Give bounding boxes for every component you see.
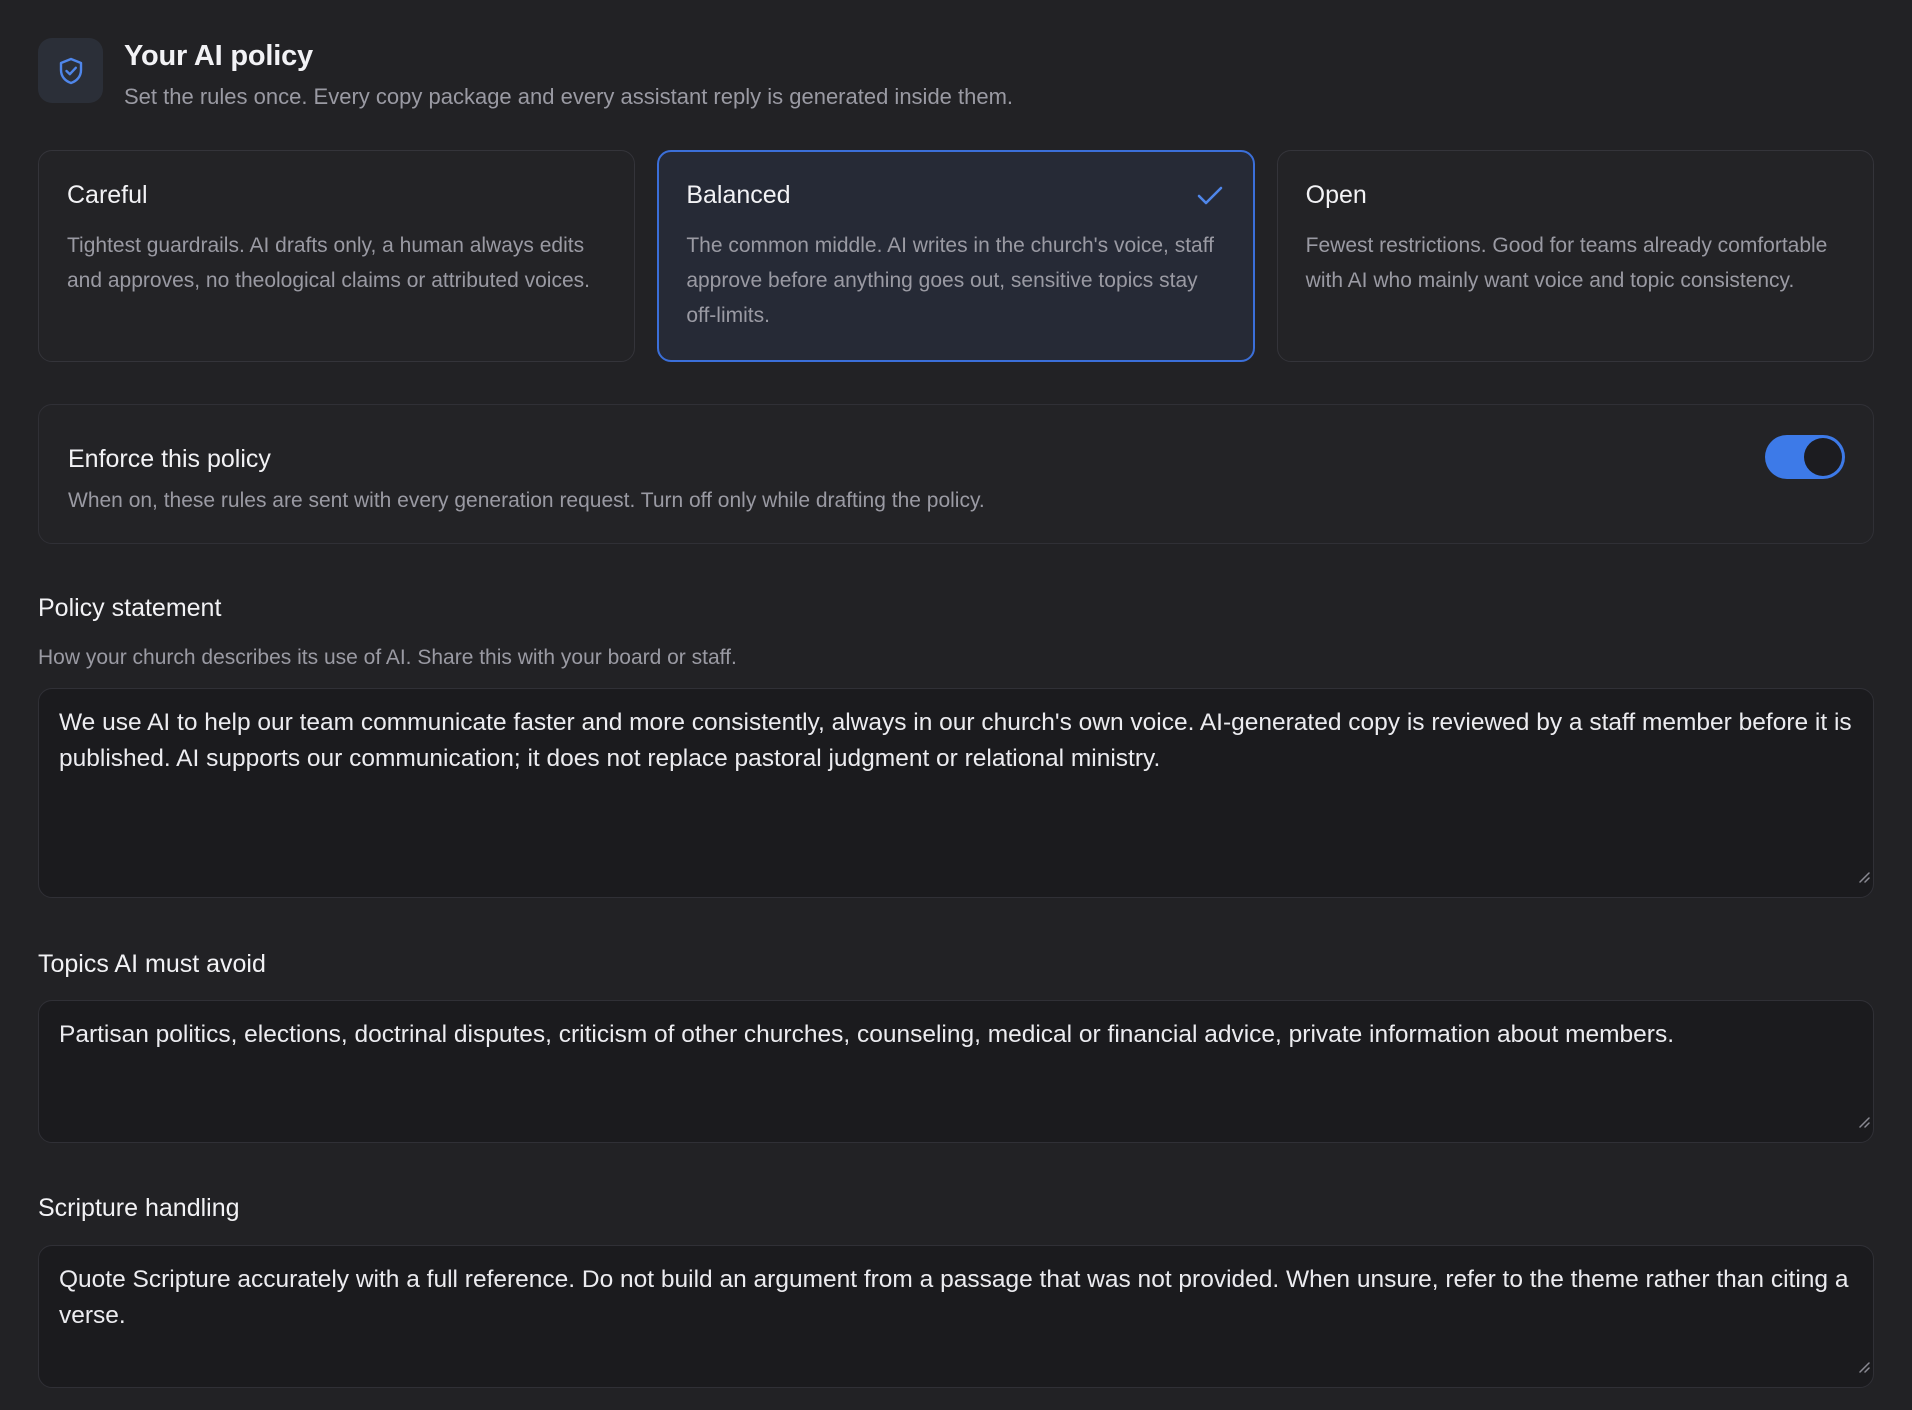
preset-description: The common middle. AI writes in the chur… — [686, 234, 1215, 327]
resize-handle-icon[interactable] — [1856, 1103, 1870, 1139]
preset-card-balanced[interactable]: Balanced The common middle. AI writes in… — [657, 150, 1255, 362]
scripture-handling-label: Scripture handling — [38, 1194, 240, 1222]
page-subtitle: Set the rules once. Every copy package a… — [124, 84, 1014, 109]
enforce-policy-description: When on, these rules are sent with every… — [68, 489, 985, 512]
enforce-policy-toggle[interactable] — [1765, 435, 1845, 479]
policy-statement-text: We use AI to help our team communicate f… — [59, 709, 1852, 772]
preset-description: Fewest restrictions. Good for teams alre… — [1305, 234, 1828, 292]
policy-statement-textarea[interactable]: We use AI to help our team communicate f… — [38, 688, 1874, 898]
scripture-handling-textarea[interactable]: Quote Scripture accurately with a full r… — [38, 1245, 1874, 1388]
enforce-policy-title: Enforce this policy — [68, 445, 271, 473]
check-icon — [1197, 186, 1223, 211]
preset-name: Balanced — [686, 181, 791, 209]
resize-handle-icon[interactable] — [1856, 1348, 1870, 1384]
toggle-knob — [1804, 438, 1842, 476]
resize-handle-icon[interactable] — [1856, 858, 1870, 894]
page-title: Your AI policy — [124, 40, 313, 72]
policy-preset-options: Careful Tightest guardrails. AI drafts o… — [38, 150, 1874, 362]
ai-policy-page: Your AI policy Set the rules once. Every… — [0, 0, 1912, 1410]
topics-avoid-textarea[interactable]: Partisan politics, elections, doctrinal … — [38, 1000, 1874, 1143]
enforce-policy-card: Enforce this policy When on, these rules… — [38, 404, 1874, 544]
preset-card-open[interactable]: Open Fewest restrictions. Good for teams… — [1276, 150, 1874, 362]
policy-statement-help: How your church describes its use of AI.… — [38, 646, 737, 669]
shield-check-icon — [38, 38, 103, 103]
preset-name: Open — [1305, 181, 1367, 209]
policy-statement-label: Policy statement — [38, 594, 222, 622]
preset-card-careful[interactable]: Careful Tightest guardrails. AI drafts o… — [38, 150, 636, 362]
scripture-handling-text: Quote Scripture accurately with a full r… — [59, 1266, 1849, 1329]
preset-description: Tightest guardrails. AI drafts only, a h… — [67, 234, 590, 292]
page-header: Your AI policy Set the rules once. Every… — [38, 38, 1874, 109]
topics-avoid-text: Partisan politics, elections, doctrinal … — [59, 1021, 1675, 1048]
preset-name: Careful — [67, 181, 148, 209]
topics-avoid-label: Topics AI must avoid — [38, 950, 266, 978]
